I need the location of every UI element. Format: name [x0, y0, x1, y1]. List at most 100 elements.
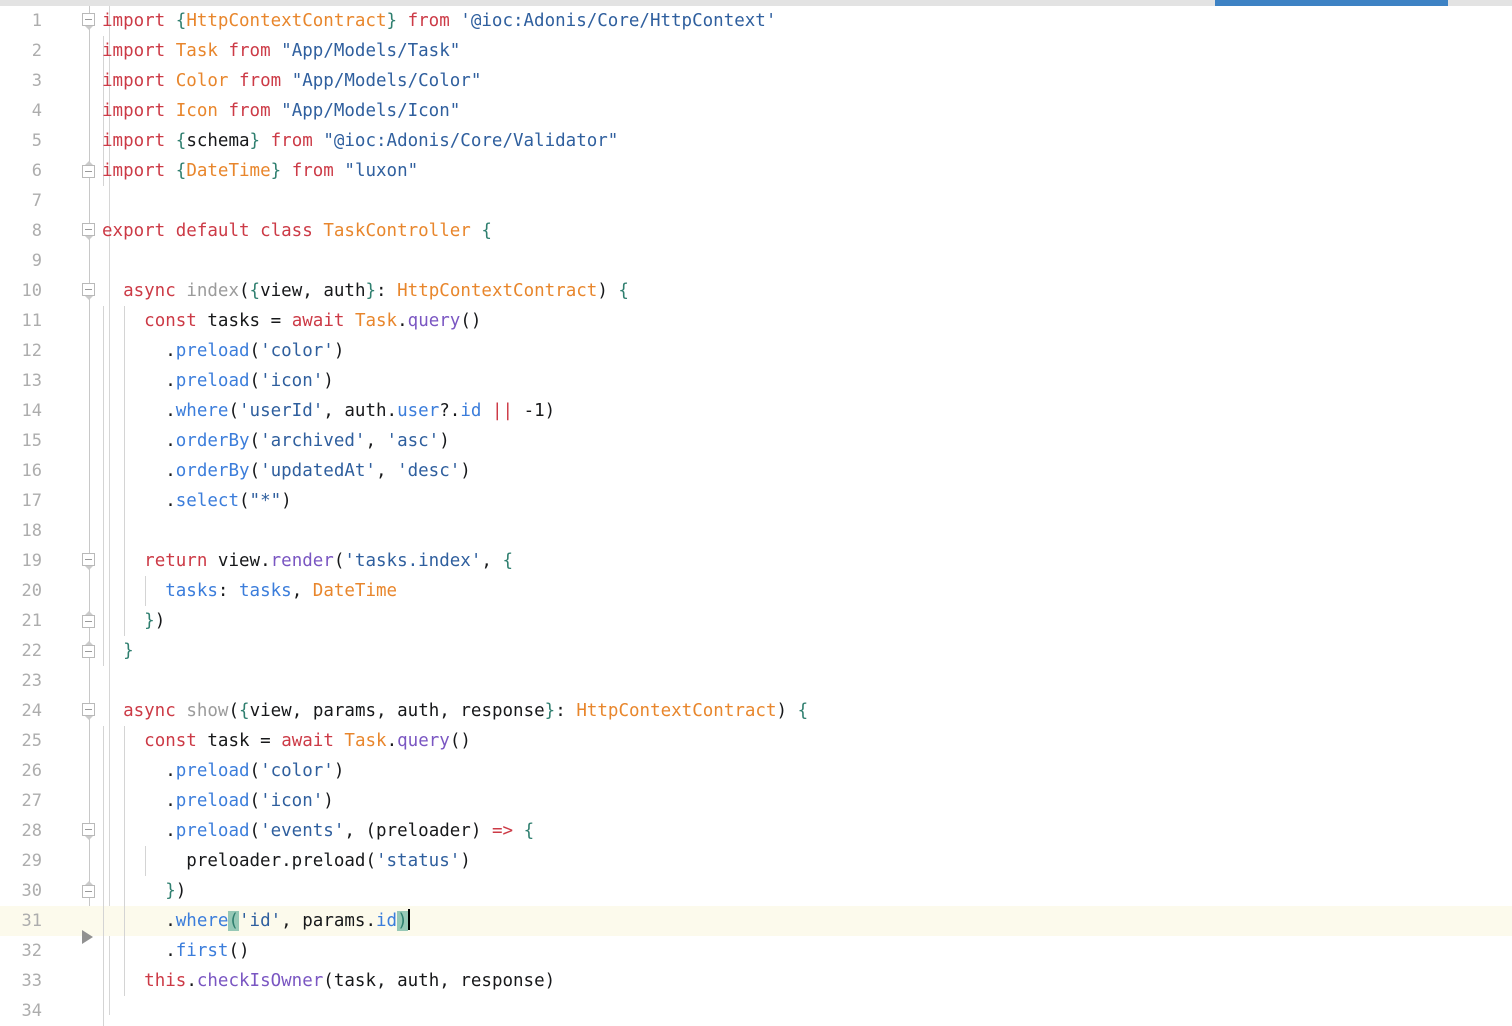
fold-column[interactable] [78, 786, 102, 816]
fold-column[interactable] [78, 216, 102, 246]
code-line[interactable]: 7 [0, 186, 1512, 216]
code-line[interactable]: 28 .preload('events', (preloader) => { [0, 816, 1512, 846]
code-line-text[interactable]: const tasks = await Task.query() [102, 306, 481, 336]
code-line-text[interactable]: .select("*") [102, 486, 292, 516]
fold-toggle-down-icon[interactable] [82, 823, 97, 838]
code-line[interactable]: 10 async index({view, auth}: HttpContext… [0, 276, 1512, 306]
code-line-text[interactable]: .where('id', params.id) [102, 906, 410, 936]
code-line-text[interactable]: import {HttpContextContract} from '@ioc:… [102, 6, 776, 36]
code-line[interactable]: 6import {DateTime} from "luxon" [0, 156, 1512, 186]
fold-column[interactable] [78, 96, 102, 126]
code-line-text[interactable]: import Task from "App/Models/Task" [102, 36, 460, 66]
fold-column[interactable] [78, 666, 102, 696]
code-line[interactable]: 22 } [0, 636, 1512, 666]
code-line[interactable]: 33 this.checkIsOwner(task, auth, respons… [0, 966, 1512, 996]
fold-column[interactable] [78, 816, 102, 846]
fold-column[interactable] [78, 966, 102, 996]
code-line[interactable]: 34 [0, 996, 1512, 1026]
fold-toggle-down-icon[interactable] [82, 283, 97, 298]
code-editor[interactable]: 1import {HttpContextContract} from '@ioc… [0, 6, 1512, 1015]
code-line[interactable]: 11 const tasks = await Task.query() [0, 306, 1512, 336]
fold-column[interactable] [78, 996, 102, 1026]
code-line[interactable]: 27 .preload('icon') [0, 786, 1512, 816]
code-line-text[interactable]: preloader.preload('status') [102, 846, 471, 876]
code-line-text[interactable]: .preload('color') [102, 336, 344, 366]
fold-toggle-down-icon[interactable] [82, 223, 97, 238]
code-line-text[interactable]: tasks: tasks, DateTime [102, 576, 397, 606]
code-line[interactable]: 20 tasks: tasks, DateTime [0, 576, 1512, 606]
code-line-text[interactable]: }) [102, 606, 165, 636]
code-line-text[interactable]: .preload('icon') [102, 366, 334, 396]
code-line-text[interactable]: .orderBy('updatedAt', 'desc') [102, 456, 471, 486]
fold-column[interactable] [78, 126, 102, 156]
code-line[interactable]: 26 .preload('color') [0, 756, 1512, 786]
code-line[interactable]: 4import Icon from "App/Models/Icon" [0, 96, 1512, 126]
code-line[interactable]: 32 .first() [0, 936, 1512, 966]
fold-column[interactable] [78, 846, 102, 876]
code-line[interactable]: 8export default class TaskController { [0, 216, 1512, 246]
code-line[interactable]: 29 preloader.preload('status') [0, 846, 1512, 876]
code-line[interactable]: 24 async show({view, params, auth, respo… [0, 696, 1512, 726]
fold-column[interactable] [78, 876, 102, 906]
fold-column[interactable] [78, 6, 102, 36]
code-line[interactable]: 5import {schema} from "@ioc:Adonis/Core/… [0, 126, 1512, 156]
fold-column[interactable] [78, 636, 102, 666]
code-line-text[interactable]: import {schema} from "@ioc:Adonis/Core/V… [102, 126, 618, 156]
code-line[interactable]: 13 .preload('icon') [0, 366, 1512, 396]
fold-toggle-up-icon[interactable] [82, 885, 97, 900]
code-line[interactable]: 9 [0, 246, 1512, 276]
code-line-text[interactable]: async show({view, params, auth, response… [102, 696, 808, 726]
fold-column[interactable] [78, 756, 102, 786]
fold-column[interactable] [78, 546, 102, 576]
code-line[interactable]: 17 .select("*") [0, 486, 1512, 516]
code-line[interactable]: 21 }) [0, 606, 1512, 636]
code-line[interactable]: 23 [0, 666, 1512, 696]
code-lines-container[interactable]: 1import {HttpContextContract} from '@ioc… [0, 6, 1512, 1026]
fold-toggle-down-icon[interactable] [82, 703, 97, 718]
fold-column[interactable] [78, 246, 102, 276]
code-line-text[interactable]: import Icon from "App/Models/Icon" [102, 96, 460, 126]
fold-column[interactable] [78, 336, 102, 366]
fold-column[interactable] [78, 276, 102, 306]
code-line-text[interactable]: .where('userId', auth.user?.id || -1) [102, 396, 555, 426]
fold-column[interactable] [78, 696, 102, 726]
run-gutter-icon[interactable] [82, 930, 93, 944]
fold-toggle-up-icon[interactable] [82, 165, 97, 180]
code-line-text[interactable]: export default class TaskController { [102, 216, 492, 246]
fold-column[interactable] [78, 576, 102, 606]
code-line-text[interactable]: .preload('icon') [102, 786, 334, 816]
code-line[interactable]: 15 .orderBy('archived', 'asc') [0, 426, 1512, 456]
fold-column[interactable] [78, 66, 102, 96]
code-line-text[interactable]: async index({view, auth}: HttpContextCon… [102, 276, 629, 306]
fold-column[interactable] [78, 186, 102, 216]
code-line-text[interactable]: .preload('events', (preloader) => { [102, 816, 534, 846]
fold-toggle-up-icon[interactable] [82, 645, 97, 660]
code-line-text[interactable]: return view.render('tasks.index', { [102, 546, 513, 576]
fold-column[interactable] [78, 156, 102, 186]
code-line[interactable]: 14 .where('userId', auth.user?.id || -1) [0, 396, 1512, 426]
fold-column[interactable] [78, 426, 102, 456]
code-line-text[interactable]: import {DateTime} from "luxon" [102, 156, 418, 186]
code-line[interactable]: 19 return view.render('tasks.index', { [0, 546, 1512, 576]
code-line-text[interactable]: import Color from "App/Models/Color" [102, 66, 481, 96]
code-line[interactable]: 31 .where('id', params.id) [0, 906, 1512, 936]
fold-column[interactable] [78, 366, 102, 396]
code-line-text[interactable]: .preload('color') [102, 756, 344, 786]
fold-column[interactable] [78, 396, 102, 426]
code-line-text[interactable]: .first() [102, 936, 250, 966]
fold-column[interactable] [78, 456, 102, 486]
fold-column[interactable] [78, 606, 102, 636]
code-line-text[interactable]: const task = await Task.query() [102, 726, 471, 756]
code-line[interactable]: 16 .orderBy('updatedAt', 'desc') [0, 456, 1512, 486]
code-line-text[interactable]: .orderBy('archived', 'asc') [102, 426, 450, 456]
code-line-text[interactable]: }) [102, 876, 186, 906]
code-line-text[interactable]: this.checkIsOwner(task, auth, response) [102, 966, 555, 996]
fold-toggle-down-icon[interactable] [82, 13, 97, 28]
fold-column[interactable] [78, 516, 102, 546]
code-line[interactable]: 12 .preload('color') [0, 336, 1512, 366]
code-line[interactable]: 25 const task = await Task.query() [0, 726, 1512, 756]
fold-column[interactable] [78, 36, 102, 66]
code-line[interactable]: 3import Color from "App/Models/Color" [0, 66, 1512, 96]
code-line-text[interactable]: } [102, 636, 134, 666]
code-line[interactable]: 30 }) [0, 876, 1512, 906]
